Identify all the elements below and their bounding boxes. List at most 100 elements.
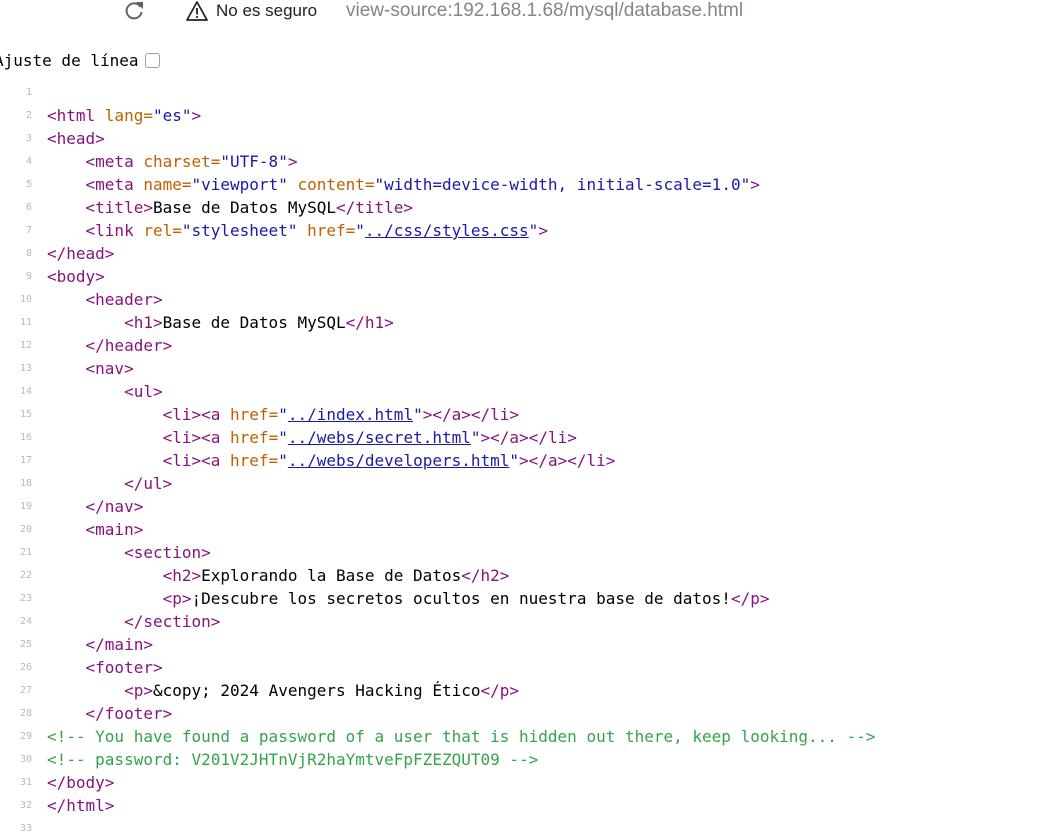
line-content: </body> [47, 771, 114, 794]
line-content: </html> [47, 794, 114, 817]
line-number: 24 [19, 616, 32, 627]
source-link[interactable]: ../index.html [288, 405, 413, 424]
line-number: 18 [19, 478, 32, 489]
line-number: 6 [25, 202, 32, 213]
code-token: <h1> [124, 313, 163, 332]
line-content: <html lang="es"> [47, 104, 201, 127]
line-content: <li><a href="../index.html"></a></li> [47, 403, 519, 426]
line-number: 22 [19, 570, 32, 581]
line-content: <main> [47, 518, 144, 541]
code-token: ></a></li> [480, 428, 577, 447]
code-token: rel= [143, 221, 182, 240]
code-token: <li><a [162, 428, 231, 447]
source-line: 28 </footer> [0, 702, 1042, 725]
source-line: 10 <header> [0, 288, 1042, 311]
line-number: 26 [19, 662, 32, 673]
line-content: <title>Base de Datos MySQL</title> [47, 196, 414, 219]
code-token: </main> [85, 635, 153, 654]
line-content: <meta charset="UTF-8"> [47, 150, 298, 173]
code-token: > [538, 221, 548, 240]
code-token: <!-- password: V201V2JHTnVjR2haYmtveFpFZ… [47, 750, 539, 769]
line-number: 15 [19, 409, 32, 420]
source-line: 4 <meta charset="UTF-8"> [0, 150, 1042, 173]
line-number: 19 [19, 501, 32, 512]
code-token: <title> [85, 198, 153, 217]
line-wrap-control: Ajuste de línea [0, 49, 160, 71]
line-number: 2 [25, 110, 32, 121]
source-line: 32 </html> [0, 794, 1042, 817]
source-link[interactable]: ../webs/developers.html [288, 451, 510, 470]
source-link[interactable]: ../webs/secret.html [288, 428, 471, 447]
line-content: <h2>Explorando la Base de Datos</h2> [47, 564, 510, 587]
line-content: </ul> [47, 472, 172, 495]
warning-icon[interactable] [186, 0, 208, 22]
code-token: ></a></li> [422, 405, 520, 424]
code-token: </ul> [124, 474, 173, 493]
source-line: 31 </body> [0, 771, 1042, 794]
line-wrap-checkbox[interactable] [144, 52, 160, 68]
line-number: 16 [19, 432, 32, 443]
code-token: </body> [47, 773, 115, 792]
code-token: </h1> [345, 313, 394, 332]
source-link[interactable]: ../css/styles.css [365, 221, 529, 240]
code-token: <body> [47, 267, 105, 286]
line-number: 8 [25, 248, 32, 259]
code-token: " [355, 221, 365, 240]
source-line: 17 <li><a href="../webs/developers.html"… [0, 449, 1042, 472]
line-content: </section> [47, 610, 220, 633]
source-line: 11 <h1>Base de Datos MySQL</h1> [0, 311, 1042, 334]
source-line: 18 </ul> [0, 472, 1042, 495]
line-number: 25 [19, 639, 32, 650]
code-token: Base de Datos MySQL [162, 313, 346, 332]
code-token: charset= [143, 152, 221, 171]
code-token: " [509, 451, 520, 470]
source-line: 7 <link rel="stylesheet" href="../css/st… [0, 219, 1042, 242]
line-number: 9 [25, 271, 32, 282]
security-status[interactable]: No es seguro [216, 0, 317, 22]
source-line: 14 <ul> [0, 380, 1042, 403]
address-bar-url[interactable]: view-source:192.168.1.68/mysql/database.… [346, 0, 743, 22]
line-content: <p>¡Descubre los secretos ocultos en nue… [47, 587, 770, 610]
source-line: 29 <!-- You have found a password of a us… [0, 725, 1042, 748]
line-content: <body> [47, 265, 105, 288]
source-line: 33 [0, 817, 1042, 840]
code-token: " [278, 405, 288, 424]
code-token: " [470, 428, 481, 447]
reload-icon[interactable] [120, 0, 148, 24]
line-content: </head> [47, 242, 114, 265]
code-token: <nav> [85, 359, 134, 378]
line-number: 27 [19, 685, 32, 696]
code-token: href= [230, 451, 279, 470]
line-number: 20 [19, 524, 32, 535]
line-number: 12 [19, 340, 32, 351]
line-content: <ul> [47, 380, 163, 403]
line-number: 32 [19, 800, 32, 811]
code-token: <!-- You have found a password of a user… [47, 727, 876, 746]
code-token: <li><a [162, 405, 231, 424]
source-code-view: 1 2 <html lang="es"> 3 <head> 4 <meta charset… [0, 81, 1042, 840]
code-token: content= [297, 175, 375, 194]
line-number: 13 [19, 363, 32, 374]
source-line: 22 <h2>Explorando la Base de Datos</h2> [0, 564, 1042, 587]
code-token: </footer> [85, 704, 173, 723]
code-token: Base de Datos MySQL [152, 198, 336, 217]
line-number: 14 [19, 386, 32, 397]
line-content: <li><a href="../webs/developers.html"></… [47, 449, 616, 472]
browser-toolbar: No es seguro view-source:192.168.1.68/my… [0, 0, 1042, 26]
line-number: 7 [25, 225, 32, 236]
code-token: "width=device-width, initial-scale=1.0" [374, 175, 751, 194]
line-content: <!-- password: V201V2JHTnVjR2haYmtveFpFZ… [47, 748, 538, 771]
code-token: &copy; 2024 Avengers Hacking Ético [152, 681, 481, 700]
